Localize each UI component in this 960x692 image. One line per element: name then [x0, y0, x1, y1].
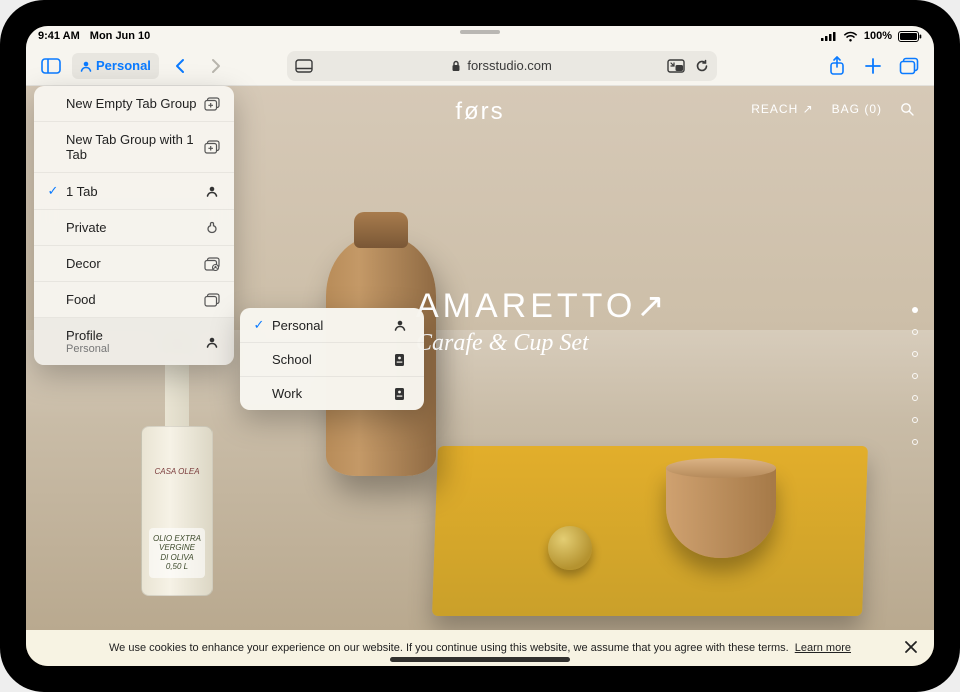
bottle-brand: CASA OLEA — [147, 467, 207, 476]
tab-group-shared-icon — [202, 257, 222, 271]
search-icon[interactable] — [900, 102, 914, 116]
new-tab-group-plus-icon — [202, 140, 222, 154]
bottle-label-line3: DI OLIVA — [151, 553, 203, 563]
olive-oil-bottle: CASA OLEA OLIO EXTRA VERGINE DI OLIVA 0,… — [141, 336, 213, 596]
bottle-label-line1: OLIO EXTRA — [151, 534, 203, 544]
ipad-frame: 9:41 AM Mon Jun 10 100% — [0, 0, 960, 692]
person-icon — [80, 60, 92, 72]
dot-1[interactable] — [912, 307, 918, 313]
new-tab-button[interactable] — [858, 51, 888, 81]
tab-group-menu: New Empty Tab Group New Tab Group with 1… — [34, 86, 234, 365]
reader-button[interactable] — [295, 51, 313, 81]
person-icon — [202, 185, 222, 197]
browser-toolbar: Personal forsstudio.com — [26, 46, 934, 86]
profile-option-label: School — [272, 352, 312, 367]
hero-line2: Carafe & Cup Set — [416, 330, 669, 357]
menu-label: 1 Tab — [66, 184, 202, 199]
cookie-learn-more[interactable]: Learn more — [795, 642, 851, 654]
menu-new-tab-group-with-1[interactable]: New Tab Group with 1 Tab — [34, 122, 234, 173]
carousel-dots[interactable] — [912, 307, 918, 445]
url-label: forsstudio.com — [467, 58, 552, 73]
sidebar-toggle-button[interactable] — [36, 51, 66, 81]
profile-chip-label: Personal — [96, 58, 151, 73]
person-icon — [202, 336, 222, 348]
dot-3[interactable] — [912, 351, 918, 357]
cookie-text: We use cookies to enhance your experienc… — [109, 642, 789, 654]
private-icon — [202, 221, 222, 235]
person-icon — [394, 319, 412, 331]
menu-profile-label: Profile — [66, 328, 103, 343]
hero-line1: AMARETTO↗ — [416, 286, 669, 326]
address-bar[interactable]: forsstudio.com — [287, 51, 717, 81]
profile-option-school[interactable]: School — [240, 343, 424, 377]
profile-option-work[interactable]: Work — [240, 377, 424, 410]
profile-option-personal[interactable]: ✓Personal — [240, 308, 424, 343]
back-button[interactable] — [165, 51, 195, 81]
bottle-label-line2: VERGINE — [151, 543, 203, 553]
profile-option-label: Work — [272, 386, 302, 401]
menu-1-tab[interactable]: ✓1 Tab — [34, 173, 234, 210]
share-button[interactable] — [822, 51, 852, 81]
reload-button[interactable] — [695, 59, 709, 73]
wifi-icon — [843, 31, 858, 42]
bottle-label: OLIO EXTRA VERGINE DI OLIVA 0,50 L — [149, 528, 205, 578]
battery-percent: 100% — [864, 30, 892, 42]
dot-6[interactable] — [912, 417, 918, 423]
profile-chip[interactable]: Personal — [72, 53, 159, 79]
status-date: Mon Jun 10 — [90, 30, 151, 42]
badge-icon — [394, 353, 412, 367]
menu-food[interactable]: Food — [34, 282, 234, 318]
menu-profile[interactable]: Profile Personal — [34, 318, 234, 365]
menu-label: New Empty Tab Group — [66, 96, 202, 111]
screen: 9:41 AM Mon Jun 10 100% — [26, 26, 934, 666]
tab-group-icon — [202, 293, 222, 307]
new-tab-group-icon — [202, 97, 222, 111]
profile-submenu: ✓Personal School Work — [240, 308, 424, 410]
nav-reach[interactable]: REACH ↗ — [751, 102, 813, 116]
site-nav: REACH ↗ BAG (0) — [751, 102, 914, 116]
menu-private[interactable]: Private — [34, 210, 234, 246]
status-time: 9:41 AM — [38, 30, 80, 42]
menu-label: New Tab Group with 1 Tab — [66, 132, 202, 162]
profile-option-label: Personal — [272, 318, 323, 333]
menu-label: Private — [66, 220, 202, 235]
menu-label: Decor — [66, 256, 202, 271]
bottle-volume: 0,50 L — [151, 562, 203, 572]
hero-title[interactable]: AMARETTO↗ Carafe & Cup Set — [416, 286, 669, 357]
menu-decor[interactable]: Decor — [34, 246, 234, 282]
battery-icon — [898, 31, 922, 42]
menu-label: Food — [66, 292, 202, 307]
cellular-signal-icon — [821, 31, 837, 41]
dot-2[interactable] — [912, 329, 918, 335]
dot-4[interactable] — [912, 373, 918, 379]
menu-profile-current: Personal — [66, 343, 202, 355]
lock-icon — [451, 60, 461, 72]
fruit — [548, 526, 592, 570]
forward-button — [201, 51, 231, 81]
menu-new-empty-tab-group[interactable]: New Empty Tab Group — [34, 86, 234, 122]
dot-5[interactable] — [912, 395, 918, 401]
cookie-close-button[interactable] — [904, 640, 920, 656]
multitask-grabber[interactable] — [460, 30, 500, 34]
dot-7[interactable] — [912, 439, 918, 445]
tabs-button[interactable] — [894, 51, 924, 81]
pip-icon[interactable] — [667, 59, 685, 73]
status-bar: 9:41 AM Mon Jun 10 100% — [26, 26, 934, 46]
nav-bag[interactable]: BAG (0) — [832, 102, 882, 116]
yellow-cloth — [432, 446, 868, 616]
home-indicator[interactable] — [390, 657, 570, 662]
badge-icon — [394, 387, 412, 401]
